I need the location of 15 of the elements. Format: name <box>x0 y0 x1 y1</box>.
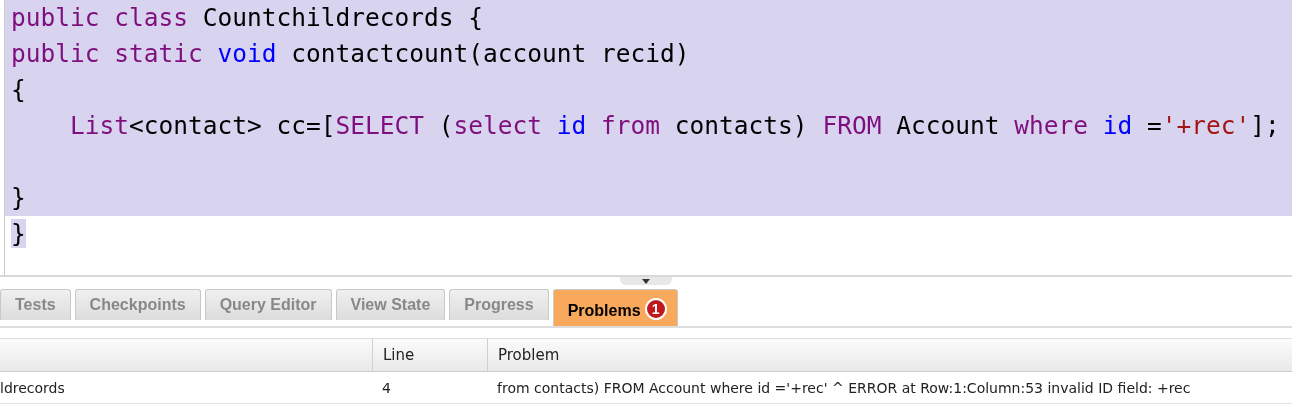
table-cell-text: 4 <box>381 378 392 398</box>
code-editor[interactable]: public class Countchildrecords { public static void contactcount(account recid) { List<contact> cc=[SELECT (select id from contacts) FROM Account where id ='+rec']; } } <box>4 0 1292 276</box>
collapse-down-icon <box>642 278 650 284</box>
splitter-handle[interactable] <box>620 277 672 286</box>
panel-tab[interactable]: Tests <box>0 289 71 320</box>
panel-tab[interactable]: Query Editor <box>204 289 332 320</box>
column-header[interactable]: Line <box>372 339 487 371</box>
panel-tab[interactable]: Problems 1 <box>552 289 678 326</box>
panel-tab[interactable]: Checkpoints <box>74 289 201 320</box>
table-cell-text: from contacts) FROM Account where id ='+rec' ^ ERROR at Row:1:Column:53 invalid ID field: +rec <box>496 378 1192 398</box>
panel-tab[interactable]: View State <box>335 289 446 320</box>
error-count-badge: 1 <box>644 298 667 320</box>
panel-tab[interactable]: Progress <box>449 289 549 320</box>
column-header[interactable]: Problem <box>487 339 1292 371</box>
table-cell-text: ldrecords <box>0 378 66 398</box>
